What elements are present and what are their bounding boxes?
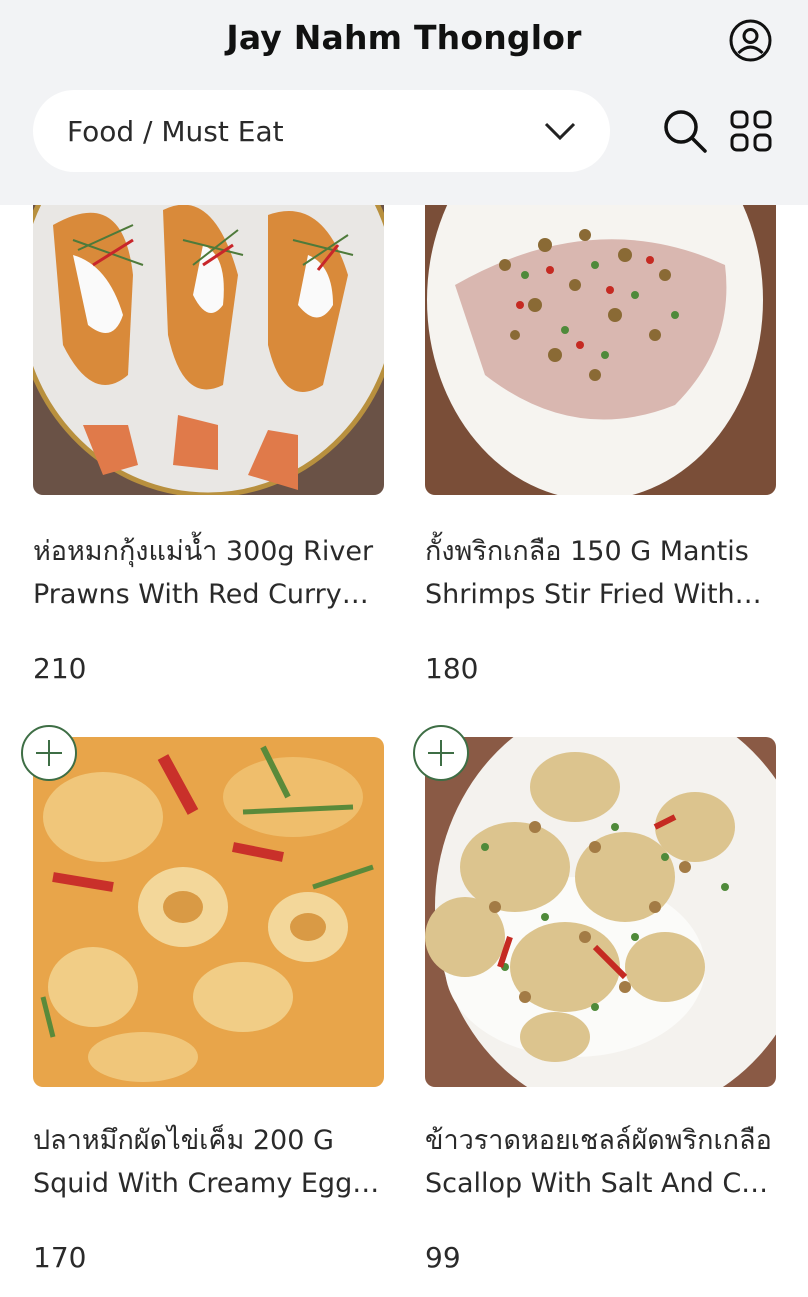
menu-item-price: 180 (425, 652, 479, 685)
menu-item-name: ข้าวราดหอยเชลล์ผัดพริกเกลือ Scallop With… (425, 1125, 781, 1199)
dish-image-scallop-rice[interactable] (425, 737, 776, 1087)
grid-view-icon[interactable] (730, 110, 772, 152)
dish-image-squid-egg-yolk[interactable] (33, 737, 384, 1087)
user-circle-icon[interactable] (729, 19, 772, 62)
menu-item-price: 170 (33, 1241, 87, 1274)
menu-item-price: 210 (33, 652, 87, 685)
menu-item-name: ปลาหมึกผัดไข่เค็ม 200 G Squid With Cream… (33, 1125, 353, 1199)
category-dropdown[interactable]: Food / Must Eat (33, 90, 610, 172)
menu-item-name: ห่อหมกกุ้งแม่น้ำ 300g River Prawns With … (33, 536, 374, 610)
menu-item-price: 99 (425, 1241, 461, 1274)
search-icon[interactable] (662, 108, 708, 154)
top-bar: Jay Nahm Thonglor Food / Must Eat (0, 0, 808, 205)
category-label: Food / Must Eat (67, 114, 284, 148)
restaurant-title: Jay Nahm Thonglor (226, 18, 582, 57)
add-to-order-button[interactable] (21, 725, 77, 781)
add-to-order-button[interactable] (413, 725, 469, 781)
menu-item-name: กั้งพริกเกลือ 150 G Mantis Shrimps Stir … (425, 536, 749, 610)
chevron-down-icon (544, 122, 576, 141)
